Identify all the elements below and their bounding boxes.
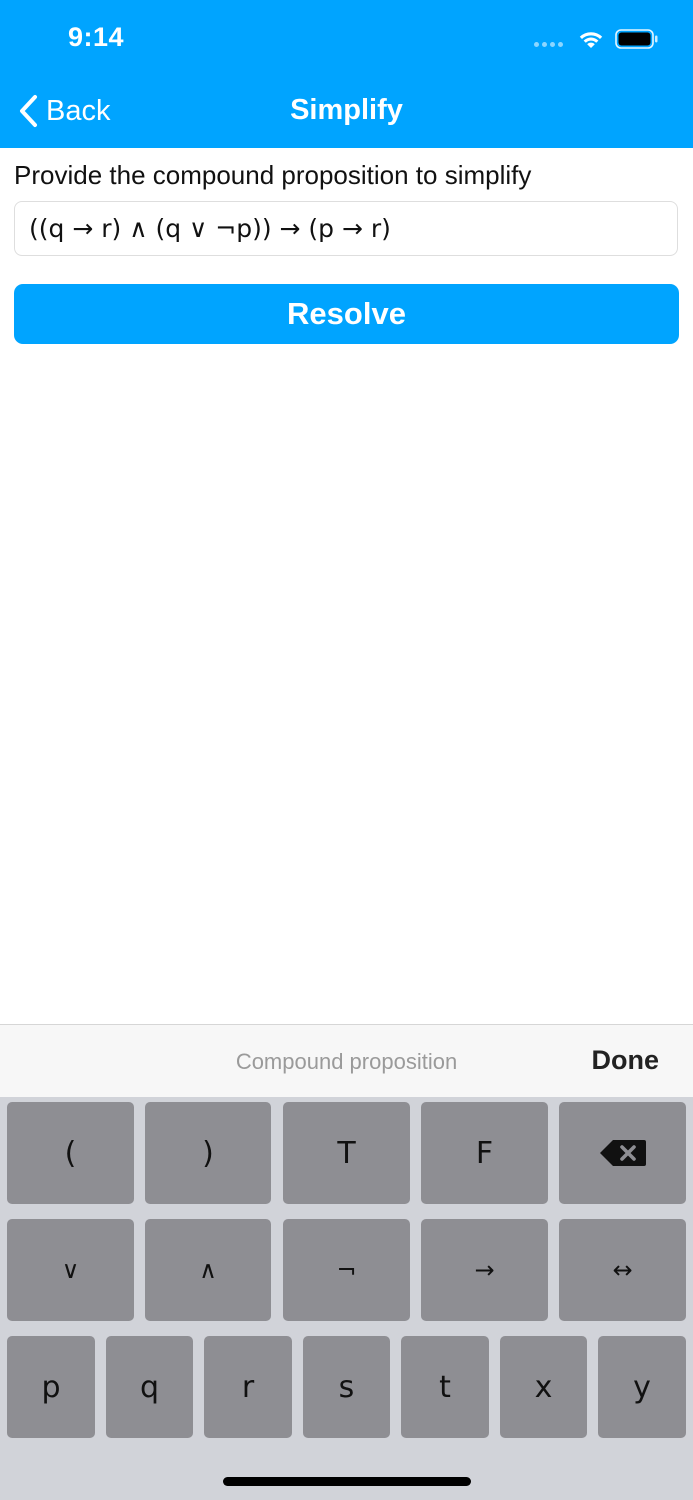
resolve-button[interactable]: Resolve <box>14 284 679 344</box>
key-or[interactable]: ∨ <box>7 1219 134 1321</box>
key-implies[interactable]: → <box>421 1219 548 1321</box>
key-x[interactable]: x <box>500 1336 587 1438</box>
page-title: Simplify <box>290 94 403 126</box>
keyboard-accessory-bar: Compound proposition Done <box>0 1024 693 1097</box>
done-button[interactable]: Done <box>592 1045 660 1076</box>
key-q[interactable]: q <box>106 1336 193 1438</box>
key-y[interactable]: y <box>598 1336 686 1438</box>
accessory-placeholder: Compound proposition <box>235 1049 458 1074</box>
key-close-paren[interactable]: ) <box>145 1102 271 1204</box>
key-open-paren[interactable]: ( <box>7 1102 134 1204</box>
custom-keyboard: ( ) T F ∨ ∧ ¬ → ↔ p q r s t x y <box>0 1097 693 1500</box>
battery-icon <box>615 29 658 49</box>
key-not[interactable]: ¬ <box>283 1219 410 1321</box>
key-iff[interactable]: ↔ <box>559 1219 686 1321</box>
delete-backspace-icon <box>599 1140 646 1166</box>
key-s[interactable]: s <box>303 1336 390 1438</box>
key-r[interactable]: r <box>204 1336 292 1438</box>
key-false[interactable]: F <box>421 1102 548 1204</box>
key-p[interactable]: p <box>7 1336 95 1438</box>
wifi-icon <box>579 32 603 48</box>
key-and[interactable]: ∧ <box>145 1219 271 1321</box>
key-delete[interactable] <box>559 1102 686 1204</box>
expression-input[interactable]: ((q → r) ∧ (q ∨ ¬p)) → (p → r) <box>14 201 678 256</box>
key-true[interactable]: T <box>283 1102 410 1204</box>
cellular-signal-icon <box>534 41 563 47</box>
key-t[interactable]: t <box>401 1336 489 1438</box>
status-time: 9:14 <box>68 22 125 52</box>
home-indicator[interactable] <box>223 1477 471 1486</box>
status-icons <box>534 24 659 54</box>
prompt-label: Provide the compound proposition to simp… <box>14 160 532 190</box>
top-bar: 9:14 Back Simplify <box>0 0 693 148</box>
